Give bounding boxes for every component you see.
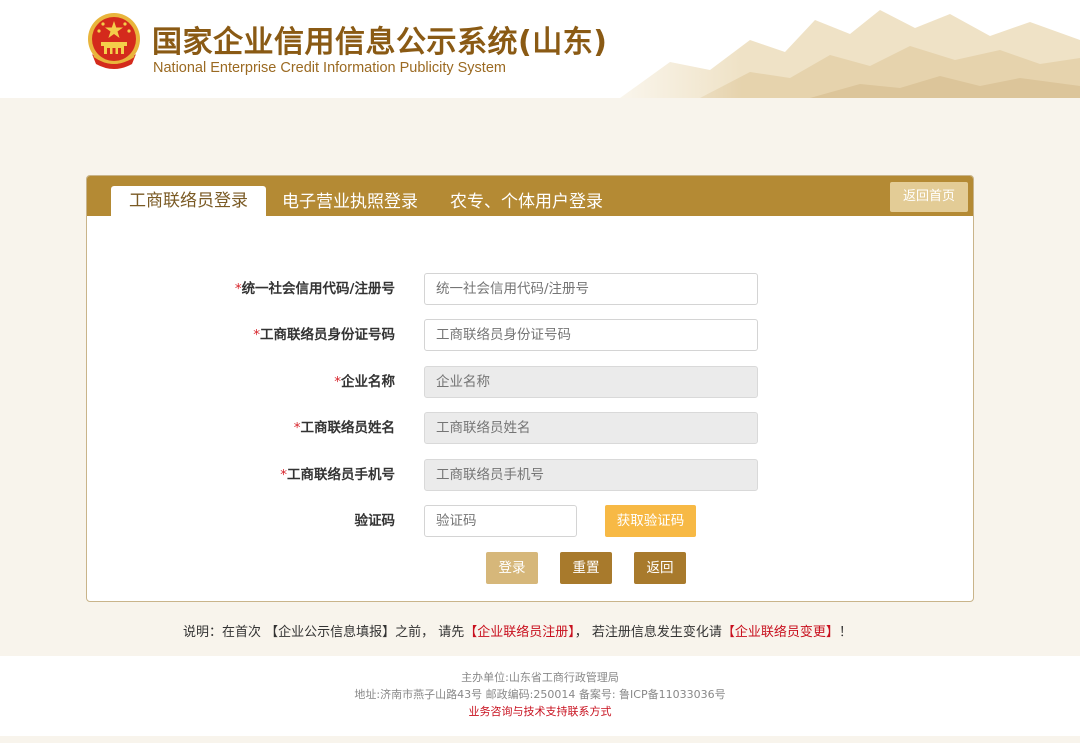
company-name-label-text: 企业名称 xyxy=(341,374,395,390)
contact-phone-label: *工商联络员手机号 xyxy=(280,459,395,491)
form-row-contact-name: *工商联络员姓名 xyxy=(87,412,973,444)
id-number-label: *工商联络员身份证号码 xyxy=(253,319,395,351)
required-mark: * xyxy=(334,374,341,390)
note-middle: ， 若注册信息发生变化请 xyxy=(574,625,722,640)
form-row-credit-code: *统一社会信用代码/注册号 xyxy=(87,273,973,305)
company-name-label: *企业名称 xyxy=(334,366,395,398)
contact-name-label-text: 工商联络员姓名 xyxy=(300,420,396,436)
id-number-input[interactable] xyxy=(424,319,758,351)
instruction-note: 说明：在首次 【企业公示信息填报】之前， 请先【企业联络员注册】， 若注册信息发… xyxy=(183,621,852,640)
tab-contact-login[interactable]: 工商联络员登录 xyxy=(111,186,266,216)
required-mark: * xyxy=(234,281,242,297)
contact-phone-input xyxy=(424,459,758,491)
get-code-button[interactable]: 获取验证码 xyxy=(605,505,696,537)
contact-name-label: *工商联络员姓名 xyxy=(294,412,395,444)
footer-organizer: 主办单位:山东省工商行政管理局 xyxy=(461,671,619,684)
tab-e-license-login[interactable]: 电子营业执照登录 xyxy=(282,187,418,217)
return-home-button[interactable]: 返回首页 xyxy=(890,182,968,212)
credit-code-input[interactable] xyxy=(424,273,758,305)
site-footer: 主办单位:山东省工商行政管理局 地址:济南市燕子山路43号 邮政编码:25001… xyxy=(0,656,1080,736)
login-panel: 工商联络员登录 电子营业执照登录 农专、个体用户登录 返回首页 *统一社会信用代… xyxy=(86,175,974,602)
form-row-id-number: *工商联络员身份证号码 xyxy=(87,319,973,351)
required-mark: * xyxy=(293,420,301,436)
reset-button[interactable]: 重置 xyxy=(560,552,612,584)
register-link[interactable]: 【企业联络员注册】 xyxy=(464,625,575,640)
back-button[interactable]: 返回 xyxy=(634,552,686,584)
login-button[interactable]: 登录 xyxy=(486,552,538,584)
credit-code-label-text: 统一社会信用代码/注册号 xyxy=(241,281,395,297)
mountain-banner-image xyxy=(560,0,1080,98)
site-subtitle: National Enterprise Credit Information P… xyxy=(153,60,506,76)
required-mark: * xyxy=(253,327,260,343)
form-row-contact-phone: *工商联络员手机号 xyxy=(87,459,973,491)
footer-support-link[interactable]: 业务咨询与技术支持联系方式 xyxy=(0,703,1080,719)
credit-code-label: *统一社会信用代码/注册号 xyxy=(235,273,395,305)
form-row-company-name: *企业名称 xyxy=(87,366,973,398)
id-number-label-text: 工商联络员身份证号码 xyxy=(260,327,395,343)
company-name-input xyxy=(424,366,758,398)
site-title: 国家企业信用信息公示系统(山东) xyxy=(152,25,608,60)
contact-name-input xyxy=(424,412,758,444)
contact-phone-label-text: 工商联络员手机号 xyxy=(287,467,395,483)
required-mark: * xyxy=(280,467,287,483)
captcha-input[interactable] xyxy=(424,505,577,537)
form-row-captcha: 验证码 获取验证码 xyxy=(87,505,973,537)
national-emblem-icon xyxy=(88,13,140,69)
tab-bar: 工商联络员登录 电子营业执照登录 农专、个体用户登录 返回首页 xyxy=(87,176,973,216)
change-link[interactable]: 【企业联络员变更】 xyxy=(722,625,839,640)
captcha-label: 验证码 xyxy=(354,513,396,529)
note-suffix: ！ xyxy=(838,625,852,640)
note-prefix: 说明：在首次 【企业公示信息填报】之前， 请先 xyxy=(183,625,465,640)
footer-address: 地址:济南市燕子山路43号 邮政编码:250014 备案号: 鲁ICP备1103… xyxy=(354,688,726,701)
site-header: 国家企业信用信息公示系统(山东) National Enterprise Cre… xyxy=(0,0,1080,98)
tab-individual-login[interactable]: 农专、个体用户登录 xyxy=(450,187,603,217)
